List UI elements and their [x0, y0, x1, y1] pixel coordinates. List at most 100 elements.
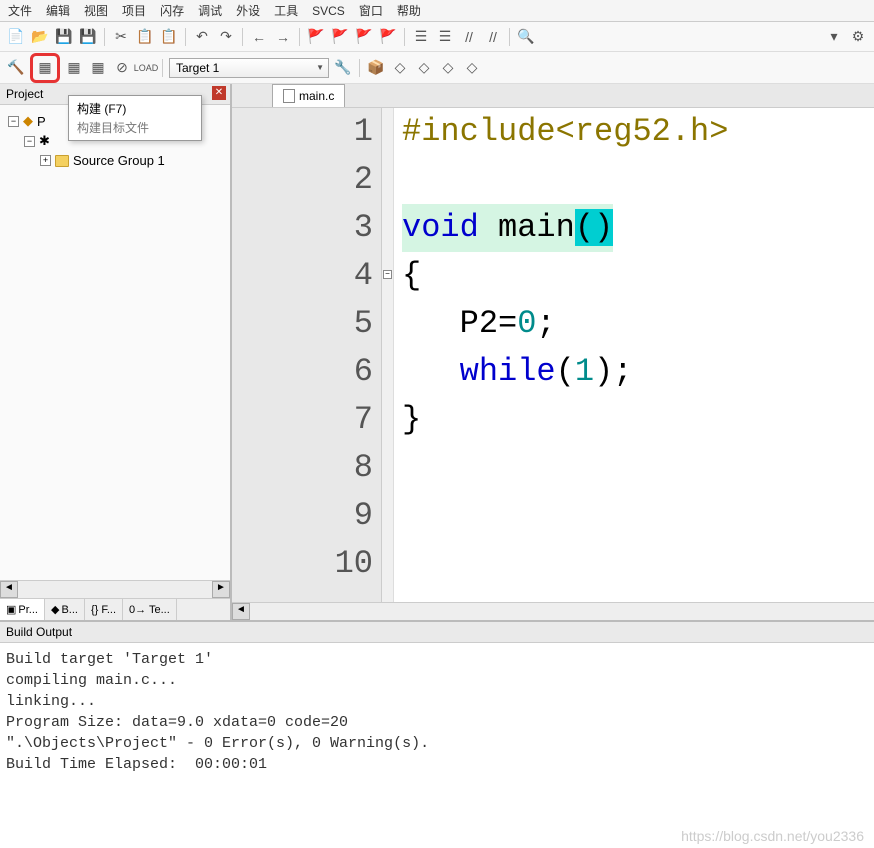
line-number: 2 — [232, 156, 373, 204]
new-file-icon[interactable]: 📄 — [6, 27, 26, 47]
project-panel: Project ✕ − ◆ P − ✱ + Source Group 1 ◄ ► — [0, 84, 232, 620]
scroll-left-icon[interactable]: ◄ — [232, 603, 250, 620]
tree-source-group[interactable]: + Source Group 1 — [4, 151, 226, 170]
source-group-label: Source Group 1 — [73, 153, 165, 168]
open-icon[interactable]: 📂 — [30, 27, 50, 47]
forward-icon[interactable]: → — [273, 27, 293, 47]
tree-collapse-icon[interactable]: − — [8, 116, 19, 127]
menu-view[interactable]: 视图 — [84, 2, 108, 19]
divider — [162, 59, 163, 77]
code-area[interactable]: 1 2 3 4 5 6 7 8 9 10 − #include<reg52.h>… — [232, 108, 874, 602]
line-number: 3 — [232, 204, 373, 252]
fold-column: − — [382, 108, 394, 602]
save-icon[interactable]: 💾 — [54, 27, 74, 47]
back-icon[interactable]: ← — [249, 27, 269, 47]
bookmark-icon[interactable]: 🚩 — [306, 27, 326, 47]
menu-help[interactable]: 帮助 — [397, 2, 421, 19]
batch-build-icon[interactable]: ▦ — [88, 58, 108, 78]
project-hscroll[interactable]: ◄ ► — [0, 580, 230, 598]
menu-debug[interactable]: 调试 — [198, 2, 222, 19]
line-number: 10 — [232, 540, 373, 588]
menu-svcs[interactable]: SVCS — [312, 4, 345, 18]
tooltip-title: 构建 (F7) — [77, 100, 193, 117]
find-icon[interactable]: 🔍 — [516, 27, 536, 47]
indent-icon[interactable]: ☰ — [411, 27, 431, 47]
tree-collapse-icon[interactable]: − — [24, 136, 35, 147]
build-tooltip: 构建 (F7) 构建目标文件 — [68, 95, 202, 141]
editor-tab-label: main.c — [299, 89, 334, 103]
editor-hscroll[interactable]: ◄ — [232, 602, 874, 620]
build-button[interactable]: ▦ — [35, 58, 55, 78]
target-icon: ✱ — [39, 133, 50, 149]
pack-icon[interactable]: ◇ — [390, 58, 410, 78]
tab-books[interactable]: ◆B... — [45, 599, 85, 620]
watermark: https://blog.csdn.net/you2336 — [681, 828, 864, 844]
undo-icon[interactable]: ↶ — [192, 27, 212, 47]
tooltip-sub: 构建目标文件 — [77, 119, 193, 136]
pack3-icon[interactable]: ◇ — [438, 58, 458, 78]
file-icon — [283, 89, 295, 103]
editor-tab-main[interactable]: main.c — [272, 84, 345, 107]
divider — [185, 28, 186, 46]
tab-templates[interactable]: 0→ Te... — [123, 599, 177, 620]
editor-tabs: main.c — [232, 84, 874, 108]
divider — [242, 28, 243, 46]
scroll-left-icon[interactable]: ◄ — [0, 581, 18, 598]
project-panel-title: Project — [6, 87, 43, 101]
line-gutter: 1 2 3 4 5 6 7 8 9 10 — [232, 108, 382, 602]
line-number: 1 — [232, 108, 373, 156]
redo-icon[interactable]: ↷ — [216, 27, 236, 47]
dropdown-icon[interactable]: ▾ — [824, 27, 844, 47]
comment-icon[interactable]: // — [459, 27, 479, 47]
rebuild-icon[interactable]: ▦ — [64, 58, 84, 78]
paste-icon[interactable]: 📋 — [159, 27, 179, 47]
toolbar-build: 🔨 ▦ ▦ ▦ ⊘ LOAD Target 1 ▼ 🔧 📦 ◇ ◇ ◇ ◇ — [0, 52, 874, 84]
download-icon[interactable]: LOAD — [136, 58, 156, 78]
chevron-down-icon: ▼ — [316, 63, 324, 72]
divider — [299, 28, 300, 46]
menu-bar: 文件 编辑 视图 项目 闪存 调试 外设 工具 SVCS 窗口 帮助 — [0, 0, 874, 22]
config-icon[interactable]: ⚙ — [848, 27, 868, 47]
pack2-icon[interactable]: ◇ — [414, 58, 434, 78]
menu-edit[interactable]: 编辑 — [46, 2, 70, 19]
copy-icon[interactable]: 📋 — [135, 27, 155, 47]
uncomment-icon[interactable]: // — [483, 27, 503, 47]
outdent-icon[interactable]: ☰ — [435, 27, 455, 47]
target-select[interactable]: Target 1 ▼ — [169, 58, 329, 78]
cut-icon[interactable]: ✂ — [111, 27, 131, 47]
tree-root-label: P — [37, 114, 46, 129]
build-output-panel: Build Output Build target 'Target 1' com… — [0, 620, 874, 781]
bookmark-next-icon[interactable]: 🚩 — [354, 27, 374, 47]
bookmark-prev-icon[interactable]: 🚩 — [330, 27, 350, 47]
options-icon[interactable]: 🔧 — [333, 58, 353, 78]
main-area: Project ✕ − ◆ P − ✱ + Source Group 1 ◄ ► — [0, 84, 874, 620]
project-icon: ◆ — [23, 113, 33, 129]
tree-expand-icon[interactable]: + — [40, 155, 51, 166]
toolbar-main: 📄 📂 💾 💾 ✂ 📋 📋 ↶ ↷ ← → 🚩 🚩 🚩 🚩 ☰ ☰ // // … — [0, 22, 874, 52]
manage-icon[interactable]: 📦 — [366, 58, 386, 78]
menu-file[interactable]: 文件 — [8, 2, 32, 19]
pack4-icon[interactable]: ◇ — [462, 58, 482, 78]
build-button-highlight: ▦ — [30, 53, 60, 83]
translate-icon[interactable]: 🔨 — [6, 58, 26, 78]
scroll-right-icon[interactable]: ► — [212, 581, 230, 598]
save-all-icon[interactable]: 💾 — [78, 27, 98, 47]
tab-project[interactable]: ▣Pr... — [0, 599, 45, 620]
close-icon[interactable]: ✕ — [212, 86, 226, 100]
tab-functions[interactable]: {} F... — [85, 599, 123, 620]
menu-window[interactable]: 窗口 — [359, 2, 383, 19]
code-text[interactable]: #include<reg52.h> void main() { P2=0; wh… — [394, 108, 728, 602]
line-number: 5 — [232, 300, 373, 348]
editor-panel: main.c 1 2 3 4 5 6 7 8 9 10 − #inc — [232, 84, 874, 620]
menu-flash[interactable]: 闪存 — [160, 2, 184, 19]
bookmark-clear-icon[interactable]: 🚩 — [378, 27, 398, 47]
menu-tools[interactable]: 工具 — [274, 2, 298, 19]
menu-peripherals[interactable]: 外设 — [236, 2, 260, 19]
menu-project[interactable]: 项目 — [122, 2, 146, 19]
target-select-value: Target 1 — [176, 61, 219, 75]
fold-icon[interactable]: − — [383, 270, 392, 279]
line-number: 6 — [232, 348, 373, 396]
project-bottom-tabs: ▣Pr... ◆B... {} F... 0→ Te... — [0, 598, 230, 620]
stop-build-icon[interactable]: ⊘ — [112, 58, 132, 78]
folder-icon — [55, 155, 69, 167]
